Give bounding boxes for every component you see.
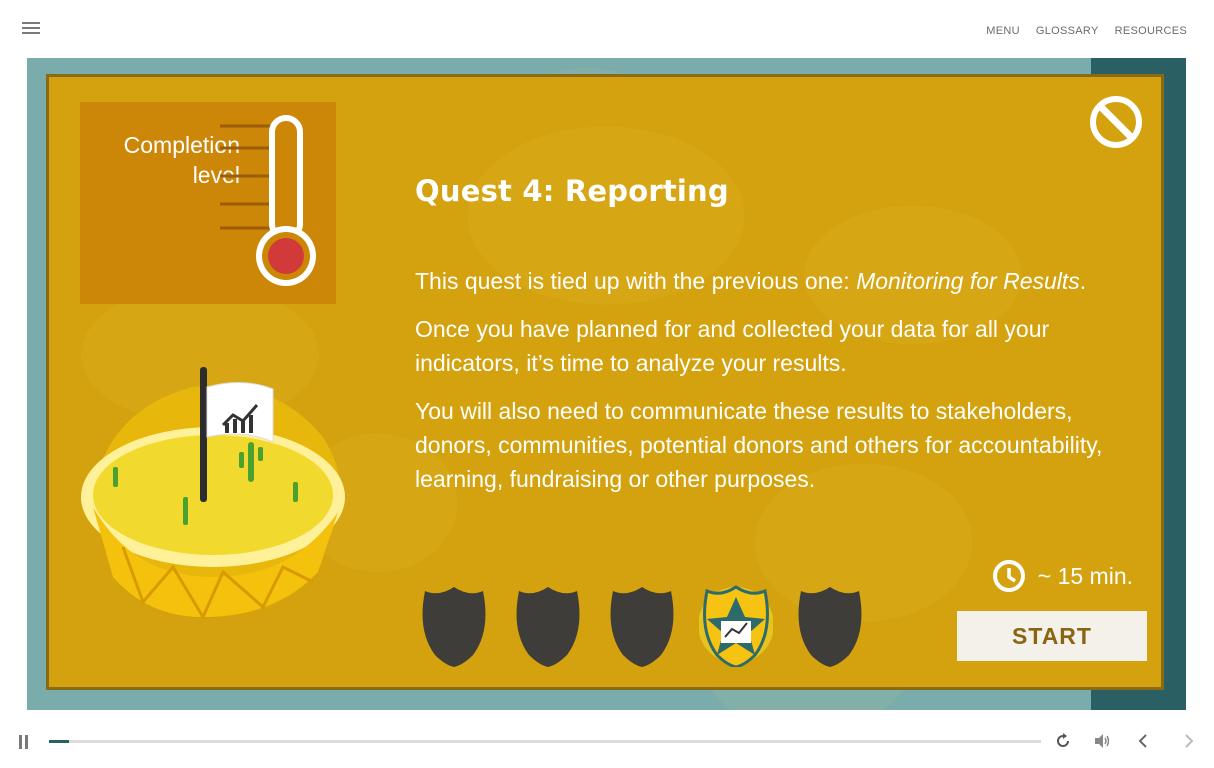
paragraph-1-suffix: . xyxy=(1079,268,1087,294)
shield-icon xyxy=(610,587,674,667)
top-nav: MENU GLOSSARY RESOURCES xyxy=(986,25,1187,37)
shield-icon xyxy=(516,587,580,667)
shield-icon xyxy=(798,587,862,667)
star-shield-chart-icon xyxy=(699,585,773,667)
pause-bar-right xyxy=(25,735,28,749)
description-paragraph-2: Once you have planned for and collected … xyxy=(415,316,1050,376)
start-button[interactable]: START xyxy=(957,611,1147,661)
description-paragraph-3: You will also need to communicate these … xyxy=(415,398,1103,492)
next-icon[interactable] xyxy=(1180,732,1198,750)
close-button[interactable] xyxy=(1089,95,1143,149)
quest-title: Quest 4: Reporting xyxy=(415,174,729,208)
clock-icon xyxy=(992,560,1025,592)
quest-modal: Completion level Quest 4: Reporting This… xyxy=(46,74,1164,690)
player-controls xyxy=(0,710,1214,768)
shield-icon xyxy=(422,587,486,667)
glossary-link[interactable]: GLOSSARY xyxy=(1036,25,1099,37)
previous-quest-title: Monitoring for Results xyxy=(856,268,1080,294)
completion-level-label: Completion level xyxy=(100,130,240,190)
thermometer-icon xyxy=(220,115,316,286)
duration-text: ~ 15 min. xyxy=(1037,562,1133,589)
pause-bar-left xyxy=(19,735,22,749)
duration-info: ~ 15 min. xyxy=(992,559,1133,593)
menu-link[interactable]: MENU xyxy=(986,25,1020,37)
hamburger-menu-icon[interactable] xyxy=(22,22,40,36)
previous-icon[interactable] xyxy=(1134,732,1152,750)
top-bar: MENU GLOSSARY RESOURCES xyxy=(0,0,1214,58)
description-paragraph-1: This quest is tied up with the previous … xyxy=(415,264,1145,298)
completion-label-line1: Completion xyxy=(123,132,240,158)
replay-icon[interactable] xyxy=(1054,732,1072,750)
volume-icon[interactable] xyxy=(1093,732,1111,750)
progress-bar[interactable] xyxy=(49,740,1041,743)
quest-description: This quest is tied up with the previous … xyxy=(415,264,1145,510)
quest-badges xyxy=(417,583,867,667)
completion-level-panel: Completion level xyxy=(80,102,336,304)
desert-island-illustration xyxy=(81,367,345,621)
progress-fill xyxy=(49,740,69,743)
paragraph-1-text: This quest is tied up with the previous … xyxy=(415,268,857,294)
pause-button[interactable] xyxy=(18,735,30,749)
course-stage: Completion level Quest 4: Reporting This… xyxy=(27,58,1186,710)
completion-label-line2: level xyxy=(192,162,240,188)
resources-link[interactable]: RESOURCES xyxy=(1115,25,1187,37)
